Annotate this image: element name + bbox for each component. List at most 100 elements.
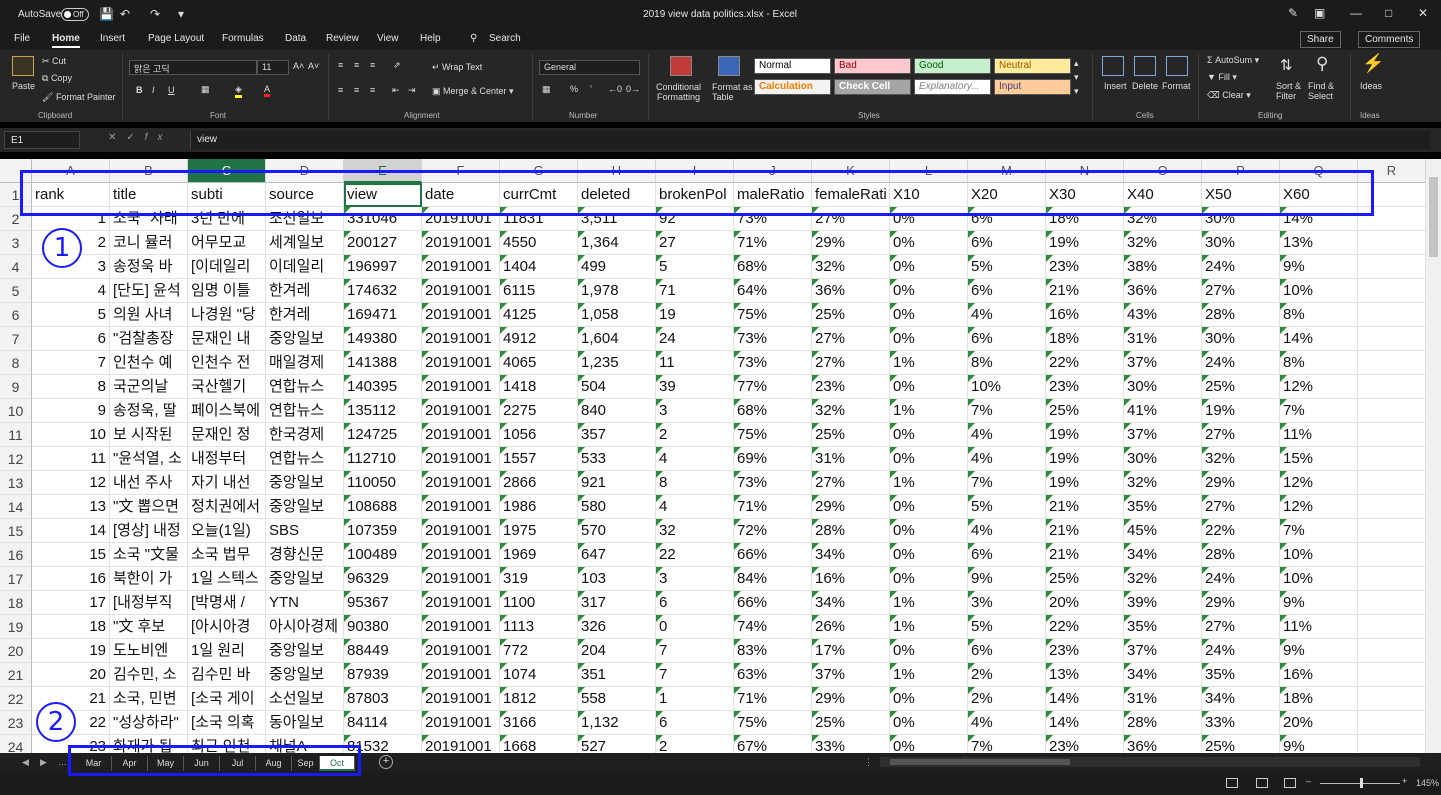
cell[interactable]: 의원 사녀	[110, 303, 188, 327]
cell[interactable]: 1113	[500, 615, 578, 639]
tab-formulas[interactable]: Formulas	[222, 33, 264, 44]
cell[interactable]: 북한이 가	[110, 567, 188, 591]
more-sheets-icon[interactable]: …	[58, 757, 67, 767]
increase-indent-icon[interactable]: ⇥	[408, 85, 416, 96]
cell[interactable]: 196997	[344, 255, 422, 279]
cell[interactable]: 1%	[890, 591, 968, 615]
cell[interactable]: 108688	[344, 495, 422, 519]
cell[interactable]: 20191001	[422, 447, 500, 471]
cell[interactable]	[1358, 567, 1426, 591]
cell[interactable]: 21%	[1046, 279, 1124, 303]
cell[interactable]: 10%	[1280, 543, 1358, 567]
cell[interactable]: 25%	[1202, 735, 1280, 753]
cell[interactable]: 0	[656, 615, 734, 639]
delete-cells-icon[interactable]	[1134, 56, 1156, 76]
cell[interactable]: 83%	[734, 639, 812, 663]
cell[interactable]: 23%	[812, 375, 890, 399]
cell[interactable]: 7%	[968, 471, 1046, 495]
cell[interactable]: 4%	[968, 447, 1046, 471]
cell[interactable]: 19%	[1046, 447, 1124, 471]
cell[interactable]: 7	[32, 351, 110, 375]
cell[interactable]: 840	[578, 399, 656, 423]
cell[interactable]: 75%	[734, 711, 812, 735]
autosave-toggle[interactable]: Off	[61, 8, 89, 21]
cell[interactable]	[1358, 351, 1426, 375]
sort-filter-button[interactable]: Sort & Filter	[1276, 81, 1301, 101]
style-neutral[interactable]: Neutral	[994, 58, 1071, 74]
horizontal-scrollbar-thumb[interactable]	[890, 759, 1070, 765]
cell[interactable]	[1358, 543, 1426, 567]
cell[interactable]: 5	[656, 255, 734, 279]
tab-home[interactable]: Home	[52, 33, 80, 48]
cell[interactable]: 32%	[1202, 447, 1280, 471]
cell[interactable]: 문재인 내	[188, 327, 266, 351]
cell[interactable]: 내정부터	[188, 447, 266, 471]
cell[interactable]: 1%	[890, 615, 968, 639]
font-color-icon[interactable]: A	[264, 84, 271, 97]
cell[interactable]: 21%	[1046, 519, 1124, 543]
cell[interactable]: 5	[32, 303, 110, 327]
cell[interactable]: 4065	[500, 351, 578, 375]
style-good[interactable]: Good	[914, 58, 991, 74]
clear-button[interactable]: ⌫ Clear ▾	[1207, 90, 1251, 101]
cell[interactable]: 8%	[1280, 351, 1358, 375]
cell[interactable]: 중앙일보	[266, 495, 344, 519]
cell[interactable]: 32%	[1124, 471, 1202, 495]
save-icon[interactable]: 💾	[99, 7, 114, 21]
cell[interactable]: 0%	[890, 255, 968, 279]
cell[interactable]: [내정부직	[110, 591, 188, 615]
cell[interactable]: 10	[32, 423, 110, 447]
cell[interactable]	[1358, 375, 1426, 399]
cell[interactable]: 20191001	[422, 231, 500, 255]
styles-scroll-up-icon[interactable]: ▴	[1074, 58, 1079, 69]
cell[interactable]: 580	[578, 495, 656, 519]
cell[interactable]: 12	[32, 471, 110, 495]
row-header[interactable]: 15	[0, 519, 32, 543]
cell[interactable]: 25%	[812, 423, 890, 447]
cell[interactable]: 코니 뮬러	[110, 231, 188, 255]
cell[interactable]: 중앙일보	[266, 327, 344, 351]
cell[interactable]: 20191001	[422, 567, 500, 591]
row-header[interactable]: 14	[0, 495, 32, 519]
cell[interactable]: 319	[500, 567, 578, 591]
cell[interactable]: 0%	[890, 447, 968, 471]
cell[interactable]: 16%	[812, 567, 890, 591]
cell[interactable]: 112710	[344, 447, 422, 471]
delete-cells-button[interactable]: Delete	[1132, 81, 1158, 91]
cell[interactable]: 9%	[968, 567, 1046, 591]
cell[interactable]: 9%	[1280, 639, 1358, 663]
tab-file[interactable]: File	[14, 33, 30, 44]
row-header[interactable]: 10	[0, 399, 32, 423]
cell[interactable]: 11%	[1280, 423, 1358, 447]
cell[interactable]: 71%	[734, 687, 812, 711]
style-normal[interactable]: Normal	[754, 58, 831, 74]
cell[interactable]: 34%	[812, 543, 890, 567]
cell[interactable]	[1358, 495, 1426, 519]
cell[interactable]: 204	[578, 639, 656, 663]
cell[interactable]: 오늘(1일)	[188, 519, 266, 543]
cell[interactable]: 37%	[1124, 423, 1202, 447]
align-center-icon[interactable]: ≡	[354, 85, 359, 95]
cell[interactable]: 24%	[1202, 351, 1280, 375]
cell[interactable]: 30%	[1202, 231, 1280, 255]
cell[interactable]: 1812	[500, 687, 578, 711]
cell[interactable]: 4912	[500, 327, 578, 351]
name-box[interactable]: E1	[4, 131, 80, 149]
cut-button[interactable]: ✂ Cut	[42, 56, 66, 67]
cell[interactable]: 32%	[1124, 231, 1202, 255]
cell[interactable]: 71%	[734, 495, 812, 519]
cell[interactable]: 3	[656, 567, 734, 591]
cell[interactable]: 87939	[344, 663, 422, 687]
cell[interactable]: 533	[578, 447, 656, 471]
cell[interactable]: 20191001	[422, 495, 500, 519]
cell[interactable]: 1,364	[578, 231, 656, 255]
cell[interactable]: 4	[656, 447, 734, 471]
cell[interactable]: 1074	[500, 663, 578, 687]
cell[interactable]: 31%	[812, 447, 890, 471]
cell[interactable]: 6	[32, 327, 110, 351]
cell[interactable]: 중앙일보	[266, 663, 344, 687]
cell[interactable]: 13	[32, 495, 110, 519]
underline-icon[interactable]: U	[168, 85, 175, 95]
cell[interactable]: 8%	[968, 351, 1046, 375]
cell[interactable]: 17%	[812, 639, 890, 663]
